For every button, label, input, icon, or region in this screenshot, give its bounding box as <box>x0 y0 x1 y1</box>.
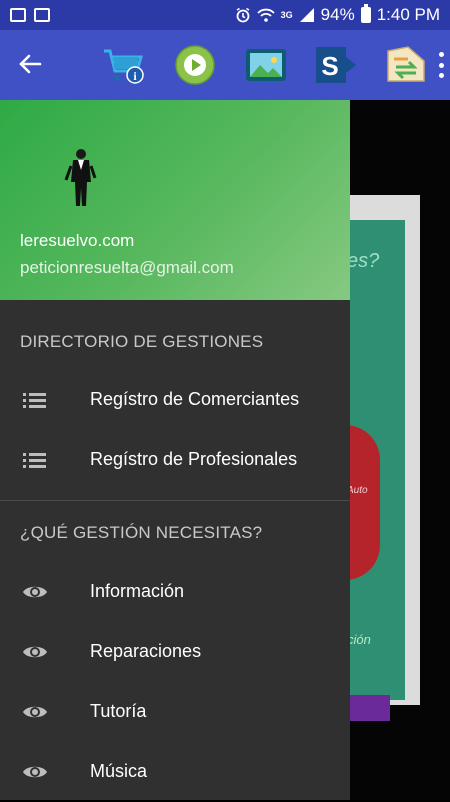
menu-item-label: Regístro de Comerciantes <box>90 389 300 409</box>
section-divider <box>0 500 350 501</box>
overflow-menu-icon[interactable] <box>436 52 446 78</box>
menu-item-registro-comerciantes[interactable]: Regístro de Comerciantes <box>0 370 350 430</box>
list-icon <box>23 393 46 408</box>
menu-item-registro-profesionales[interactable]: Regístro de Profesionales <box>0 430 350 490</box>
poster-text-question: es? <box>347 250 380 272</box>
menu-item-label: Música <box>90 761 148 781</box>
user-email: peticionresuelta@gmail.com <box>20 258 234 277</box>
menu-item-label: Reparaciones <box>90 641 202 661</box>
clock: 1:40 PM <box>376 5 440 24</box>
eye-icon <box>23 706 47 718</box>
battery-icon <box>360 4 371 23</box>
eye-icon <box>23 766 47 778</box>
menu-item-label: Tutoría <box>90 701 147 721</box>
avatar[interactable] <box>64 146 98 210</box>
poster-text-auto: Auto <box>347 485 368 496</box>
menu-item-tutoria[interactable]: Tutoría <box>0 682 350 742</box>
section-title-gestion: ¿QUÉ GESTIÓN NECESITAS? <box>20 523 263 542</box>
poster-text-cion: ción <box>347 632 371 647</box>
battery-percent: 94% <box>320 5 355 24</box>
poster-purple-block <box>345 695 390 721</box>
list-icon <box>23 453 46 468</box>
gallery-notification-icon <box>10 8 26 22</box>
section-title-directorio: DIRECTORIO DE GESTIONES <box>20 332 264 351</box>
signal-icon <box>299 8 314 22</box>
image-gallery-icon[interactable] <box>244 43 288 87</box>
site-name: leresuelvo.com <box>20 231 135 250</box>
toolbar: i S <box>0 30 450 100</box>
back-arrow-icon[interactable] <box>16 50 44 78</box>
menu-item-musica[interactable]: Música <box>0 742 350 802</box>
menu-item-label: Información <box>90 581 185 601</box>
sharepoint-icon[interactable]: S <box>314 43 358 87</box>
shopping-cart-info-icon[interactable]: i <box>102 43 146 87</box>
navigation-drawer: leresuelvo.com peticionresuelta@gmail.co… <box>0 100 350 800</box>
menu-item-reparaciones[interactable]: Reparaciones <box>0 622 350 682</box>
play-circle-icon[interactable] <box>173 43 217 87</box>
alarm-icon <box>236 7 250 23</box>
drawer-header: leresuelvo.com peticionresuelta@gmail.co… <box>0 100 350 300</box>
status-bar: 3G 94% 1:40 PM <box>0 0 450 30</box>
svg-text:S: S <box>321 51 338 81</box>
eye-icon <box>23 646 47 658</box>
screenshot-notification-icon <box>34 8 50 22</box>
menu-item-informacion[interactable]: Información <box>0 562 350 622</box>
contacts-sync-icon[interactable] <box>384 43 428 87</box>
wifi-icon <box>256 8 275 22</box>
network-type: 3G <box>280 10 293 20</box>
background-poster: es? Auto ción <box>345 195 420 721</box>
poster-red-shape <box>345 425 380 580</box>
menu-item-label: Regístro de Profesionales <box>90 449 298 469</box>
eye-icon <box>23 586 47 598</box>
